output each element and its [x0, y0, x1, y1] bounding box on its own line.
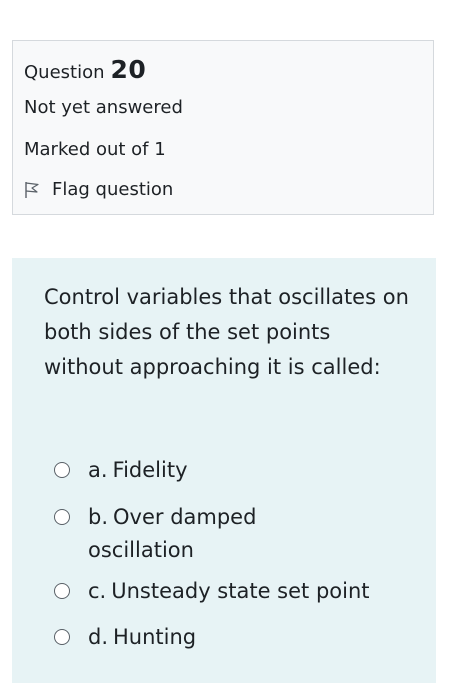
quiz-page: Question 20 Not yet answered Marked out …	[0, 0, 449, 683]
answer-option-d[interactable]: d. Hunting	[54, 621, 414, 654]
answer-label-d: d. Hunting	[88, 621, 196, 654]
answer-option-b[interactable]: b. Over damped oscillation	[54, 501, 304, 567]
question-label: Question	[24, 62, 105, 83]
answer-option-c[interactable]: c. Unsteady state set point	[54, 575, 414, 608]
answer-label-b: b. Over damped oscillation	[88, 501, 304, 567]
option-text-b: Over damped oscillation	[88, 505, 257, 562]
flag-question-link[interactable]: Flag question	[24, 179, 173, 200]
question-number: 20	[110, 55, 147, 84]
flag-icon	[25, 181, 39, 198]
answer-label-c: c. Unsteady state set point	[88, 575, 370, 608]
option-letter-a: a.	[88, 458, 108, 482]
question-heading: Question 20	[24, 55, 146, 84]
option-text-c: Unsteady state set point	[111, 579, 370, 603]
answer-option-a[interactable]: a. Fidelity	[54, 454, 414, 487]
question-state: Not yet answered	[24, 97, 183, 118]
option-text-d: Hunting	[113, 625, 197, 649]
radio-button-c[interactable]	[54, 583, 70, 599]
option-letter-b: b.	[88, 505, 109, 529]
question-grade: Marked out of 1	[24, 139, 166, 160]
radio-button-b[interactable]	[54, 509, 70, 525]
answer-label-a: a. Fidelity	[88, 454, 188, 487]
radio-button-d[interactable]	[54, 629, 70, 645]
question-info-panel: Question 20 Not yet answered Marked out …	[12, 40, 434, 215]
radio-button-a[interactable]	[54, 462, 70, 478]
flag-question-label: Flag question	[52, 179, 174, 200]
question-text: Control variables that oscillates on bot…	[44, 285, 409, 379]
question-content-panel: Control variables that oscillates on bot…	[12, 258, 436, 683]
option-text-a: Fidelity	[112, 458, 188, 482]
option-letter-d: d.	[88, 625, 109, 649]
option-letter-c: c.	[88, 579, 107, 603]
